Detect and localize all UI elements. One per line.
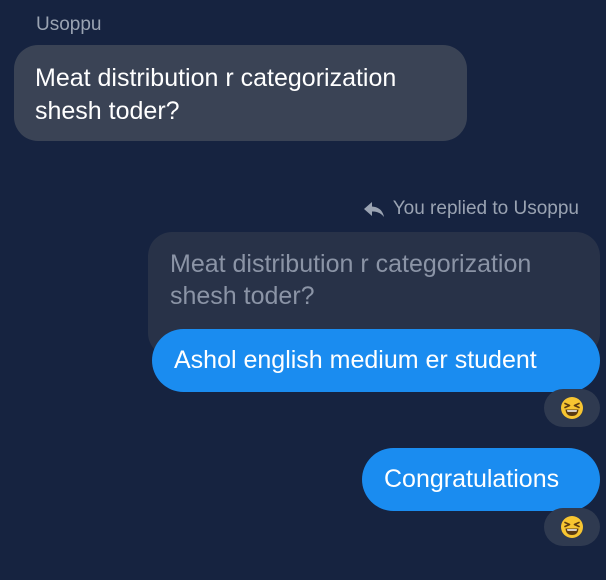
incoming-message-text: Meat distribution r categorization shesh…: [35, 64, 397, 125]
outgoing-message-text: Ashol english medium er student: [174, 346, 537, 374]
outgoing-message-bubble[interactable]: Ashol english medium er student: [152, 329, 600, 392]
quoted-message-text: Meat distribution r categorization shesh…: [170, 250, 532, 310]
incoming-message-bubble[interactable]: Meat distribution r categorization shesh…: [14, 45, 467, 141]
grinning-squinting-face-icon: [561, 516, 583, 538]
reply-arrow-icon: [363, 202, 384, 217]
grinning-squinting-face-icon: [561, 397, 583, 419]
sender-name: Usoppu: [36, 14, 102, 35]
message-reaction[interactable]: [544, 508, 600, 546]
outgoing-message-text: Congratulations: [384, 465, 560, 493]
reply-context-text: You replied to Usoppu: [392, 198, 579, 219]
message-reaction[interactable]: [544, 389, 600, 427]
chat-thread: Usoppu Meat distribution r categorizatio…: [0, 0, 606, 580]
outgoing-message-bubble[interactable]: Congratulations: [362, 448, 600, 511]
reply-context-label: You replied to Usoppu: [363, 198, 579, 220]
